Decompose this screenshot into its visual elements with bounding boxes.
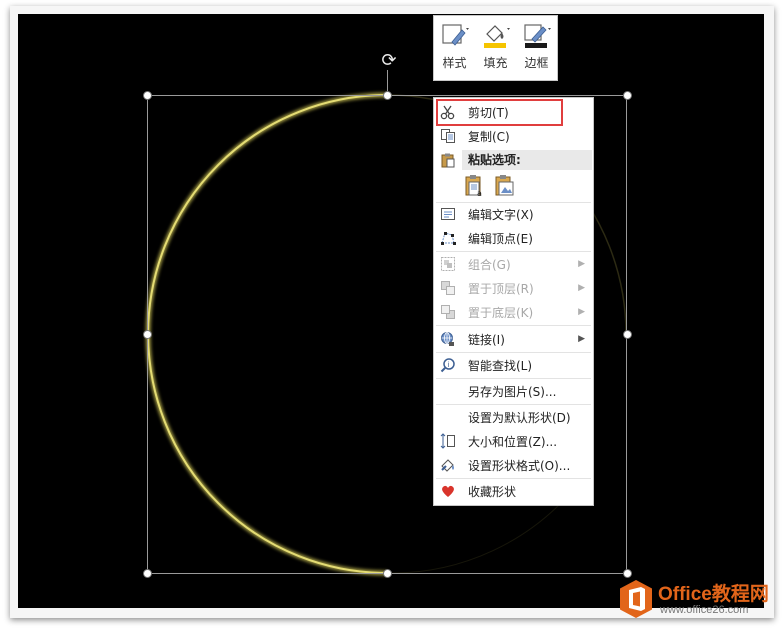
menu-item-label: 收藏形状 xyxy=(468,484,517,499)
mini-toolbar: 样式 填充 边框 xyxy=(433,15,558,81)
svg-text:a: a xyxy=(477,189,482,198)
office26-watermark: Office教程网 www.office26.com xyxy=(618,577,778,625)
menu-item-label: 智能查找(L) xyxy=(468,358,533,373)
shape-style-icon xyxy=(440,22,470,50)
menu-item-label: 置于底层(K) xyxy=(468,305,534,320)
globe-link-icon xyxy=(434,331,462,347)
resize-handle-top-left[interactable] xyxy=(143,91,152,100)
menu-separator xyxy=(436,325,591,326)
resize-handle-right[interactable] xyxy=(623,330,632,339)
submenu-arrow-icon: ▶ xyxy=(578,307,585,317)
menu-item-set-default-shape[interactable]: 设置为默认形状(D) xyxy=(434,405,593,429)
resize-handle-top-right[interactable] xyxy=(623,91,632,100)
svg-text:i: i xyxy=(448,361,450,369)
office-logo-icon xyxy=(620,580,652,618)
smart-lookup-icon: i xyxy=(434,357,462,373)
menu-item-label: 置于顶层(R) xyxy=(468,281,534,296)
submenu-arrow-icon: ▶ xyxy=(578,283,585,293)
send-back-icon xyxy=(434,304,462,320)
submenu-arrow-icon: ▶ xyxy=(578,259,585,269)
resize-handle-left[interactable] xyxy=(143,330,152,339)
pen-border-icon xyxy=(522,22,552,50)
resize-handle-top[interactable] xyxy=(383,91,392,100)
text-box-icon xyxy=(434,206,462,222)
style-label: 样式 xyxy=(442,56,467,70)
paste-option-keep-source-icon[interactable]: a xyxy=(464,174,486,198)
border-label: 边框 xyxy=(524,56,549,70)
border-button[interactable]: 边框 xyxy=(519,22,555,80)
menu-item-label: 设置形状格式(O)... xyxy=(468,458,571,473)
menu-item-label: 编辑顶点(E) xyxy=(468,231,533,246)
clipboard-icon xyxy=(434,152,462,168)
resize-handle-bottom-left[interactable] xyxy=(143,569,152,578)
menu-item-label: 编辑文字(X) xyxy=(468,207,534,222)
fill-button[interactable]: 填充 xyxy=(478,22,514,80)
menu-item-label: 另存为图片(S)... xyxy=(468,384,557,399)
menu-item-size-position[interactable]: 大小和位置(Z)... xyxy=(434,429,593,453)
resize-handle-bottom[interactable] xyxy=(383,569,392,578)
menu-item-label: 组合(G) xyxy=(468,257,511,272)
context-menu: 剪切(T) 复制(C) 粘贴选项: a 编辑文字(X) 编辑顶点(E) 组合(G… xyxy=(433,97,594,506)
menu-item-smart-lookup[interactable]: i 智能查找(L) xyxy=(434,353,593,377)
watermark-title: Office教程网 xyxy=(658,584,769,605)
menu-item-edit-text[interactable]: 编辑文字(X) xyxy=(434,202,593,226)
menu-item-label: 设置为默认形状(D) xyxy=(468,410,571,425)
menu-item-bring-to-front[interactable]: 置于顶层(R) ▶ xyxy=(434,276,593,300)
slide-canvas[interactable]: ⟳ xyxy=(18,14,764,608)
watermark-url: www.office26.com xyxy=(660,604,749,616)
menu-item-edit-points[interactable]: 编辑顶点(E) xyxy=(434,226,593,250)
copy-icon xyxy=(434,128,462,144)
paste-options-header: 粘贴选项: xyxy=(462,150,592,170)
paint-bucket-icon xyxy=(481,22,511,50)
menu-item-label: 大小和位置(Z)... xyxy=(468,434,558,449)
menu-item-link[interactable]: 链接(I) ▶ xyxy=(434,327,593,351)
format-shape-icon xyxy=(434,457,462,473)
style-button[interactable]: 样式 xyxy=(437,22,473,80)
menu-item-format-shape[interactable]: 设置形状格式(O)... xyxy=(434,453,593,477)
rotate-handle-icon[interactable]: ⟳ xyxy=(378,50,400,72)
size-position-icon xyxy=(434,433,462,449)
menu-item-label: 链接(I) xyxy=(468,332,505,347)
submenu-arrow-icon: ▶ xyxy=(578,334,585,344)
fill-label: 填充 xyxy=(483,56,508,70)
menu-item-copy[interactable]: 复制(C) xyxy=(434,124,593,148)
menu-item-group[interactable]: 组合(G) ▶ xyxy=(434,252,593,276)
bring-front-icon xyxy=(434,280,462,296)
paste-option-picture-icon[interactable] xyxy=(494,174,516,198)
menu-item-send-to-back[interactable]: 置于底层(K) ▶ xyxy=(434,300,593,324)
group-icon xyxy=(434,256,462,272)
menu-item-favorite-shape[interactable]: 收藏形状 xyxy=(434,479,593,503)
edit-points-icon xyxy=(434,230,462,246)
heart-icon xyxy=(434,483,462,499)
menu-item-save-as-picture[interactable]: 另存为图片(S)... xyxy=(434,379,593,403)
menu-item-label: 复制(C) xyxy=(468,129,510,144)
cut-highlight-annotation xyxy=(436,99,563,126)
